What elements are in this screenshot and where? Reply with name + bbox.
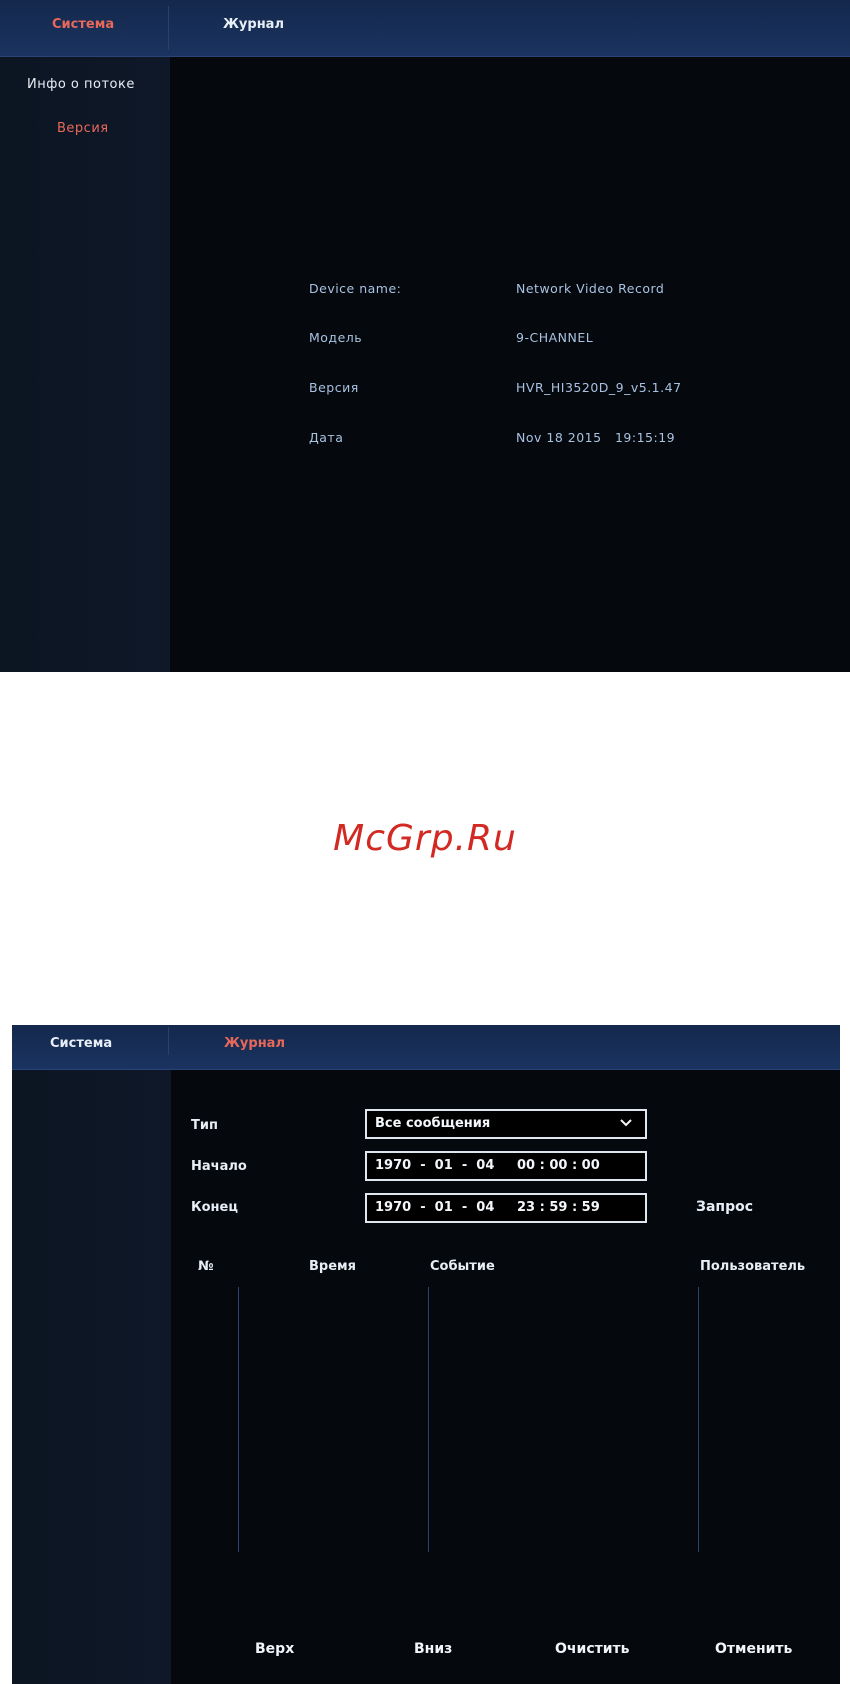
- device-name-value: Network Video Record: [516, 281, 665, 296]
- column-divider: [428, 1287, 429, 1552]
- top-tab-bar: Система Журнал: [0, 0, 850, 57]
- tab-system[interactable]: Система: [50, 1036, 112, 1051]
- model-value: 9-CHANNEL: [516, 330, 594, 345]
- query-button[interactable]: Запрос: [696, 1199, 753, 1215]
- clear-button[interactable]: Очистить: [555, 1641, 630, 1657]
- type-select[interactable]: Все сообщения: [365, 1109, 647, 1139]
- version-label: Версия: [309, 380, 359, 395]
- sidebar-item-stream-info[interactable]: Инфо о потоке: [27, 77, 135, 92]
- tab-log[interactable]: Журнал: [223, 17, 284, 32]
- model-label: Модель: [309, 330, 363, 345]
- date-label: Дата: [309, 430, 344, 445]
- end-label: Конец: [191, 1200, 238, 1215]
- device-name-label: Device name:: [309, 281, 402, 296]
- sidebar-item-version[interactable]: Версия: [57, 121, 109, 136]
- type-select-value: Все сообщения: [375, 1116, 491, 1131]
- page-up-button[interactable]: Верх: [255, 1641, 294, 1657]
- start-label: Начало: [191, 1159, 247, 1174]
- system-info-screen: Система Журнал Инфо о потоке Версия Devi…: [0, 0, 850, 672]
- log-screen: Система Журнал Тип Все сообщения Начало …: [12, 1025, 840, 1684]
- cancel-button[interactable]: Отменить: [715, 1641, 792, 1657]
- column-header-user: Пользователь: [700, 1259, 806, 1274]
- watermark: McGrp.Ru: [333, 818, 517, 859]
- column-divider: [698, 1287, 699, 1552]
- top-tab-bar: Система Журнал: [12, 1025, 840, 1070]
- tab-system[interactable]: Система: [52, 17, 114, 32]
- column-header-number: №: [198, 1259, 214, 1274]
- sidebar: Инфо о потоке Версия: [0, 57, 170, 672]
- page-down-button[interactable]: Вниз: [414, 1641, 452, 1657]
- column-header-time: Время: [309, 1259, 357, 1274]
- column-header-event: Событие: [430, 1259, 495, 1274]
- start-datetime-field[interactable]: 1970 - 01 - 04 00 : 00 : 00: [365, 1151, 647, 1181]
- start-datetime-value: 1970 - 01 - 04 00 : 00 : 00: [375, 1158, 600, 1173]
- column-divider: [238, 1287, 239, 1552]
- tab-divider: [168, 6, 169, 50]
- end-datetime-value: 1970 - 01 - 04 23 : 59 : 59: [375, 1200, 600, 1215]
- chevron-down-icon: [620, 1119, 632, 1127]
- sidebar: [12, 1070, 171, 1684]
- version-value: HVR_HI3520D_9_v5.1.47: [516, 380, 682, 395]
- tab-log[interactable]: Журнал: [224, 1036, 285, 1051]
- tab-divider: [168, 1027, 169, 1055]
- end-datetime-field[interactable]: 1970 - 01 - 04 23 : 59 : 59: [365, 1193, 647, 1223]
- type-label: Тип: [191, 1118, 218, 1133]
- date-value: Nov 18 2015 19:15:19: [516, 430, 676, 445]
